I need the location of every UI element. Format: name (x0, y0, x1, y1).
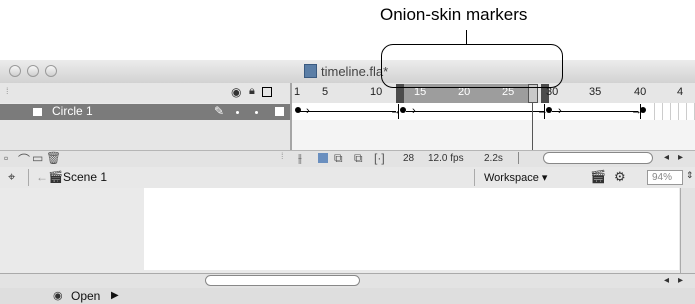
vertical-scrollbar[interactable] (680, 188, 695, 273)
separator (474, 169, 475, 186)
center-frame-icon[interactable]: ⫲ (298, 151, 302, 166)
callout-leader-line (466, 30, 467, 44)
callout-label: Onion-skin markers (380, 5, 528, 24)
outline-icon[interactable] (262, 87, 272, 97)
tween-line (300, 111, 396, 112)
add-folder-icon[interactable]: ▭ (32, 151, 43, 165)
keyframe[interactable] (400, 107, 406, 113)
lock-icon[interactable]: 🔒︎ (249, 85, 255, 98)
keyframe-divider (544, 104, 545, 119)
scroll-left-icon[interactable]: ◂ (664, 275, 669, 286)
scene-icon: 🎬︎ (48, 170, 64, 184)
tween-line (552, 111, 638, 112)
zoom-stepper-icon[interactable]: ⇕ (686, 170, 694, 181)
edit-scene-icon[interactable]: 🎬︎ (590, 169, 607, 185)
properties-icon: ◉ (53, 290, 63, 302)
pencil-icon: ✎ (214, 104, 225, 118)
resize-handle-icon[interactable]: ⁞ (281, 151, 284, 161)
onion-skin-icon[interactable] (318, 153, 328, 163)
scroll-left-icon[interactable]: ◂ (664, 152, 669, 163)
window-title: timeline.fla* (321, 64, 389, 79)
layer-name[interactable]: Circle 1 (52, 104, 93, 118)
stage[interactable] (144, 188, 679, 270)
drag-handle-icon[interactable]: ⁞ (6, 86, 9, 96)
tween-arrow-start: › (306, 105, 310, 117)
layers-empty-area (0, 120, 290, 150)
callout-area (0, 0, 695, 60)
keyframe[interactable] (640, 107, 646, 113)
horizontal-scroll-thumb[interactable] (205, 275, 360, 286)
layer-selected-bg (0, 104, 290, 120)
frame-rate[interactable]: 12.0 fps (428, 153, 464, 164)
tween-arrow-start: › (558, 105, 562, 117)
scroll-right-icon[interactable]: ▸ (678, 275, 683, 286)
eye-icon[interactable]: ◉ (231, 85, 241, 99)
close-light-icon[interactable] (9, 65, 21, 77)
ruler-number: 10 (370, 86, 383, 98)
modify-markers-icon[interactable]: [·] (374, 151, 385, 165)
elapsed-time: 2.2s (484, 153, 503, 164)
back-arrow-icon[interactable]: ← (36, 170, 48, 184)
keyframe[interactable] (295, 107, 301, 113)
workspace-menu[interactable]: Workspace ▾ (484, 171, 547, 184)
ruler-number: 35 (589, 86, 602, 98)
edit-symbol-icon[interactable]: ⚙︎ (614, 169, 626, 185)
outline-square[interactable] (275, 107, 284, 116)
edit-multiple-icon[interactable]: ⧉ (354, 151, 363, 166)
frames-empty-area (292, 120, 695, 150)
ruler-number: 5 (322, 86, 329, 98)
properties-bar (0, 288, 695, 304)
onion-outline-icon[interactable]: ⧉ (334, 151, 343, 166)
expand-triangle-icon[interactable]: ▶ (111, 290, 119, 301)
tween-line (406, 111, 544, 112)
ruler-number: 1 (294, 86, 301, 98)
keyframe[interactable] (546, 107, 552, 113)
stage-icon[interactable]: ⌖ (8, 169, 15, 185)
add-guide-icon[interactable]: ⌒ (18, 151, 30, 168)
delete-layer-icon[interactable]: 🗑︎ (46, 151, 61, 165)
separator (28, 169, 29, 186)
add-layer-icon[interactable]: ▫ (4, 151, 8, 165)
callout-bracket (381, 44, 563, 88)
scene-name[interactable]: Scene 1 (63, 170, 107, 184)
document-icon (304, 64, 317, 78)
tween-arrow-start: › (412, 105, 416, 117)
zoom-field[interactable]: 94% (647, 170, 683, 185)
scroll-right-icon[interactable]: ▸ (678, 152, 683, 163)
empty-frames[interactable] (647, 103, 695, 120)
layer-icon (33, 108, 42, 116)
ruler-number: 4 (677, 86, 684, 98)
minimize-light-icon[interactable] (27, 65, 39, 77)
current-frame: 28 (403, 153, 415, 164)
keyframe-divider (398, 104, 399, 119)
visibility-dot[interactable] (236, 111, 239, 114)
timeline-scroll-thumb[interactable] (543, 152, 653, 164)
scroll-track-start (518, 152, 519, 164)
open-label[interactable]: Open (71, 289, 100, 303)
lock-dot[interactable] (255, 111, 258, 114)
ruler-number: 40 (634, 86, 647, 98)
zoom-light-icon[interactable] (45, 65, 57, 77)
